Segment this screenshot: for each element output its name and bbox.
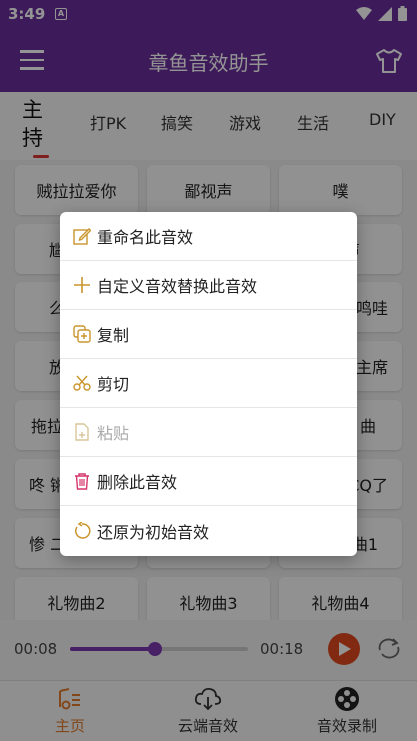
restore-icon <box>75 521 91 539</box>
menu-item-cut[interactable]: 剪切 <box>60 359 357 408</box>
paste-icon <box>75 423 89 441</box>
menu-item-label: 重命名此音效 <box>97 228 194 247</box>
scissors-icon <box>73 375 91 391</box>
menu-item-restore[interactable]: 还原为初始音效 <box>60 506 357 555</box>
menu-item-paste[interactable]: 粘贴 <box>60 408 357 457</box>
menu-item-copy[interactable]: 复制 <box>60 310 357 359</box>
menu-item-custom-replace[interactable]: 自定义音效替换此音效 <box>60 261 357 310</box>
menu-item-label: 剪切 <box>97 375 130 394</box>
trash-icon <box>75 473 89 490</box>
menu-item-delete[interactable]: 删除此音效 <box>60 457 357 506</box>
edit-icon <box>73 228 91 245</box>
menu-item-label: 自定义音效替换此音效 <box>97 277 258 296</box>
menu-item-label: 粘贴 <box>97 424 130 443</box>
context-menu: 重命名此音效 自定义音效替换此音效 复制 剪切 粘贴 删除此音效 还原为初始音效 <box>60 212 357 556</box>
menu-item-label: 还原为初始音效 <box>97 522 210 542</box>
menu-item-label: 删除此音效 <box>97 473 178 492</box>
menu-item-label: 复制 <box>97 326 130 345</box>
plus-icon <box>74 277 90 293</box>
menu-item-rename[interactable]: 重命名此音效 <box>60 212 357 261</box>
copy-icon <box>73 325 91 343</box>
